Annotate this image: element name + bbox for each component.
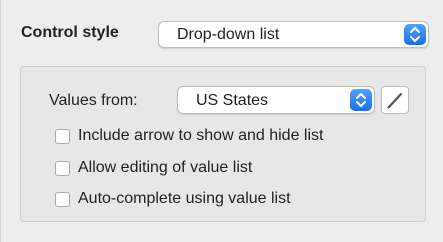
control-style-popup[interactable]: Drop-down list bbox=[158, 21, 429, 48]
values-from-label: Values from: bbox=[49, 92, 138, 109]
list-options-group: Values from: US States Include arrow to … bbox=[20, 66, 426, 222]
stepper-icon bbox=[404, 24, 426, 45]
edit-value-list-button[interactable] bbox=[381, 86, 409, 114]
control-style-label: Control style bbox=[21, 24, 119, 41]
include-arrow-checkbox[interactable] bbox=[55, 129, 70, 144]
auto-complete-checkbox[interactable] bbox=[55, 192, 70, 207]
stepper-icon bbox=[350, 89, 372, 111]
allow-editing-checkbox[interactable] bbox=[55, 161, 70, 176]
allow-editing-label: Allow editing of value list bbox=[78, 159, 253, 176]
control-style-value: Drop-down list bbox=[177, 26, 280, 43]
control-style-row: Control style Drop-down list bbox=[21, 21, 431, 49]
inspector-panel: Control style Drop-down list Values from… bbox=[0, 0, 443, 242]
include-arrow-label: Include arrow to show and hide list bbox=[78, 127, 324, 144]
values-from-value: US States bbox=[196, 92, 269, 109]
auto-complete-label: Auto-complete using value list bbox=[78, 190, 291, 207]
values-from-popup[interactable]: US States bbox=[177, 86, 375, 114]
